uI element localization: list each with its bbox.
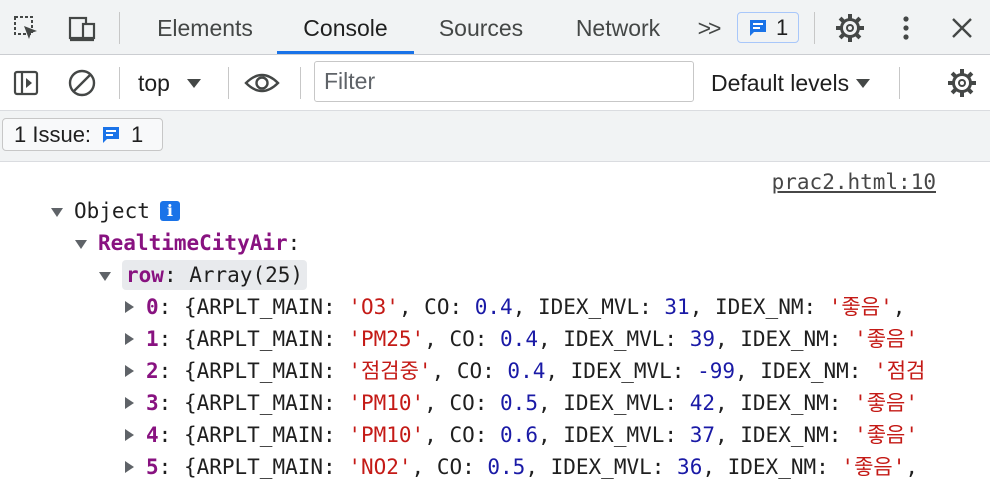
more-tabs-button[interactable]: >> [688, 0, 728, 54]
log-levels-label: Default levels [711, 69, 850, 96]
row-index: 2 [146, 359, 159, 383]
clear-console-icon[interactable] [64, 65, 100, 101]
idex-nm-value: '좋음' [854, 391, 918, 415]
idex-mvl-value: 31 [664, 295, 690, 319]
property-value: Array(25) [189, 263, 304, 287]
array-row[interactable]: 3: {ARPLT_MAIN: 'PM10', CO: 0.5, IDEX_MV… [122, 388, 918, 418]
idex-nm-value: '점검 [874, 359, 926, 383]
idex-mvl-value: -99 [697, 359, 736, 383]
arplt-main-value: 'NO2' [348, 455, 412, 479]
console-settings-gear-icon[interactable] [944, 65, 980, 101]
info-icon[interactable]: i [159, 201, 180, 221]
property-key: RealtimeCityAir [98, 231, 288, 255]
device-toolbar-icon[interactable] [64, 10, 100, 46]
row-highlight: row: Array(25) [122, 260, 308, 290]
idex-nm-value: '좋음' [828, 295, 893, 319]
co-value: 0.4 [500, 327, 538, 351]
context-value: top [138, 69, 170, 96]
more-options-icon[interactable] [888, 10, 924, 46]
filter-input[interactable] [314, 61, 694, 102]
row-index: 3 [146, 391, 159, 415]
close-icon[interactable] [944, 10, 980, 46]
live-expression-eye-icon[interactable] [244, 65, 280, 101]
co-value: 0.5 [487, 455, 526, 479]
show-sidebar-icon[interactable] [8, 65, 44, 101]
issues-button[interactable]: 1 Issue: 1 [2, 118, 163, 151]
expand-triangle-icon[interactable] [122, 364, 136, 378]
inspect-element-icon[interactable] [8, 10, 44, 46]
issues-badge-count: 1 [776, 14, 789, 40]
toolbar-divider [300, 67, 301, 99]
tab-network[interactable]: Network [554, 0, 682, 54]
object-label: Object [74, 199, 150, 223]
array-row[interactable]: 2: {ARPLT_MAIN: '점검중', CO: 0.4, IDEX_MVL… [122, 356, 925, 386]
devtools-tab-bar: Elements Console Sources Network >> 1 [0, 0, 990, 55]
idex-nm-value: '좋음' [854, 423, 918, 447]
row-index: 5 [146, 455, 159, 479]
co-value: 0.4 [474, 295, 513, 319]
expand-triangle-icon[interactable] [98, 268, 112, 282]
issues-badge-button[interactable]: 1 [737, 12, 799, 43]
issues-bar: 1 Issue: 1 [0, 111, 990, 162]
row-index: 1 [146, 327, 159, 351]
array-row[interactable]: 1: {ARPLT_MAIN: 'PM25', CO: 0.4, IDEX_MV… [122, 324, 918, 354]
idex-mvl-value: 39 [689, 327, 715, 351]
settings-gear-icon[interactable] [832, 10, 868, 46]
message-icon [750, 19, 766, 36]
property-key: row [126, 263, 164, 287]
co-value: 0.4 [507, 359, 546, 383]
array-row[interactable]: 4: {ARPLT_MAIN: 'PM10', CO: 0.6, IDEX_MV… [122, 420, 918, 450]
row-index: 0 [146, 295, 159, 319]
log-levels-dropdown[interactable]: Default levels [711, 65, 871, 101]
array-row[interactable]: 5: {ARPLT_MAIN: 'NO2', CO: 0.5, IDEX_MVL… [122, 452, 918, 482]
issues-label: 1 Issue: [14, 121, 92, 147]
context-selector[interactable]: top [138, 65, 202, 101]
expand-triangle-icon[interactable] [122, 396, 136, 410]
co-value: 0.5 [500, 391, 538, 415]
toolbar-divider [119, 12, 120, 44]
arplt-main-value: 'PM25' [348, 327, 425, 351]
toolbar-divider [814, 12, 815, 44]
object-property-realtime[interactable]: RealtimeCityAir: [74, 228, 300, 258]
arplt-main-value: '점검중' [348, 359, 432, 383]
issues-count: 1 [131, 121, 144, 147]
idex-nm-value: '좋음' [841, 455, 906, 479]
co-value: 0.6 [500, 423, 538, 447]
object-tree-root[interactable]: Object i [50, 196, 180, 226]
dropdown-arrow-icon [856, 79, 871, 88]
row-index: 4 [146, 423, 159, 447]
console-output: prac2.html:10 Object i RealtimeCityAir: … [0, 162, 990, 482]
idex-mvl-value: 42 [689, 391, 715, 415]
expand-triangle-icon[interactable] [122, 428, 136, 442]
console-toolbar: top Default levels [0, 55, 990, 111]
tab-sources[interactable]: Sources [418, 0, 544, 54]
expand-triangle-icon[interactable] [50, 204, 64, 218]
message-icon [103, 126, 120, 143]
array-row[interactable]: 0: {ARPLT_MAIN: 'O3', CO: 0.4, IDEX_MVL:… [122, 292, 905, 322]
source-location-link[interactable]: prac2.html:10 [772, 170, 936, 194]
expand-triangle-icon[interactable] [122, 300, 136, 314]
arplt-main-value: 'PM10' [348, 423, 425, 447]
object-property-row[interactable]: row: Array(25) [98, 260, 308, 290]
expand-triangle-icon[interactable] [122, 460, 136, 474]
arplt-main-value: 'PM10' [348, 391, 425, 415]
dropdown-arrow-icon [186, 79, 201, 88]
tab-console[interactable]: Console [277, 0, 414, 54]
idex-mvl-value: 36 [677, 455, 703, 479]
tab-elements[interactable]: Elements [136, 0, 274, 54]
toolbar-divider [119, 67, 120, 99]
idex-mvl-value: 37 [689, 423, 715, 447]
idex-nm-value: '좋음' [854, 327, 918, 351]
toolbar-divider [228, 67, 229, 99]
arplt-main-value: 'O3' [348, 295, 399, 319]
expand-triangle-icon[interactable] [74, 236, 88, 250]
toolbar-divider [899, 67, 900, 99]
expand-triangle-icon[interactable] [122, 332, 136, 346]
